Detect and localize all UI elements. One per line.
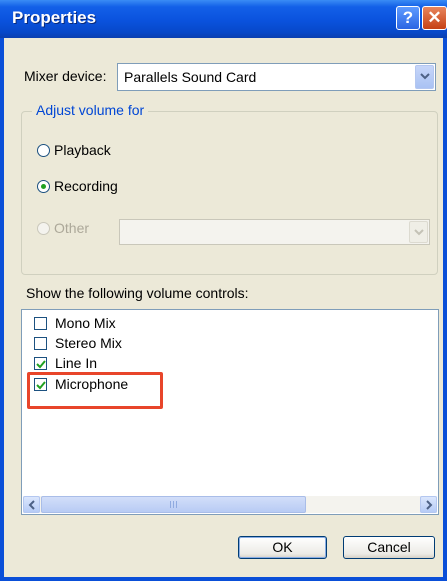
grip-icon — [169, 501, 178, 508]
window-title: Properties — [12, 8, 97, 27]
chevron-down-icon[interactable] — [415, 65, 434, 89]
chevron-down-icon[interactable] — [409, 221, 428, 243]
mixer-device-select[interactable]: Parallels Sound Card — [117, 63, 436, 91]
stereo-mix-checkbox[interactable] — [34, 337, 47, 350]
other-label[interactable]: Other — [54, 220, 89, 236]
mono-mix-label: Mono Mix — [55, 315, 116, 331]
ok-button[interactable]: OK — [238, 536, 327, 559]
horizontal-scrollbar[interactable] — [23, 496, 437, 513]
adjust-volume-title: Adjust volume for — [32, 102, 149, 118]
help-button[interactable]: ? — [396, 6, 420, 30]
mono-mix-checkbox[interactable] — [34, 317, 47, 330]
recording-radio[interactable] — [37, 180, 50, 193]
volume-controls-list[interactable]: Mono Mix Stereo Mix Line In Microphone — [21, 309, 439, 515]
other-radio[interactable] — [37, 222, 50, 235]
mixer-device-label: Mixer device: — [24, 68, 107, 84]
playback-radio[interactable] — [37, 144, 50, 157]
scroll-thumb[interactable] — [41, 496, 306, 513]
volume-controls-label: Show the following volume controls: — [26, 285, 249, 301]
cancel-button[interactable]: Cancel — [343, 536, 435, 559]
scroll-right-button[interactable] — [420, 496, 437, 513]
question-icon: ? — [402, 8, 414, 27]
dialog-client-area: Mixer device: Parallels Sound Card Adjus… — [4, 38, 443, 577]
mixer-device-value: Parallels Sound Card — [124, 69, 257, 85]
stereo-mix-label: Stereo Mix — [55, 335, 122, 351]
scroll-left-button[interactable] — [23, 496, 40, 513]
close-button[interactable]: ✕ — [422, 6, 447, 30]
title-bar[interactable]: Properties ? ✕ — [0, 0, 447, 38]
playback-label[interactable]: Playback — [54, 142, 111, 158]
properties-dialog: Properties ? ✕ Mixer device: Parallels S… — [0, 0, 447, 581]
close-icon: ✕ — [427, 8, 442, 27]
other-select[interactable] — [119, 219, 430, 245]
recording-label[interactable]: Recording — [54, 178, 118, 194]
line-in-checkbox[interactable] — [34, 357, 47, 370]
microphone-highlight-box — [27, 372, 163, 409]
line-in-label: Line In — [55, 355, 98, 371]
